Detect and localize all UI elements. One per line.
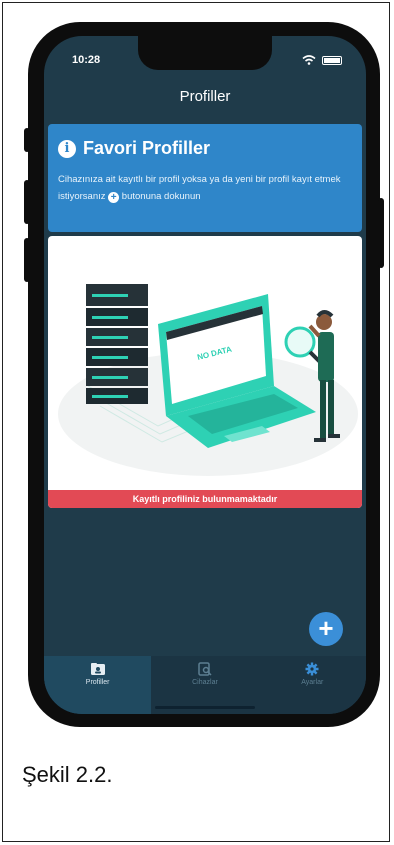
plus-circle-icon: + xyxy=(108,192,120,203)
power-button xyxy=(378,198,384,268)
page-title: Profiller xyxy=(179,88,231,105)
tab-ayarlar[interactable]: Ayarlar xyxy=(259,656,366,714)
status-time: 10:28 xyxy=(72,54,101,66)
tab-profiller-label: Profiller xyxy=(85,679,110,686)
empty-state-banner: Kayıtlı profiliniz bulunmamaktadır xyxy=(48,490,362,508)
status-bar: 10:28 xyxy=(44,54,366,74)
tab-profiller[interactable]: Profiller xyxy=(44,656,152,714)
empty-state-card: NO DATA Kayıtlı profiliniz bulunmamaktad… xyxy=(48,236,362,508)
tab-cihazlar-label: Cihazlar xyxy=(192,679,218,686)
home-indicator xyxy=(155,706,255,709)
volume-down-button xyxy=(24,238,30,282)
profile-folder-icon xyxy=(90,663,105,675)
wifi-icon xyxy=(302,55,316,65)
device-search-icon xyxy=(198,662,212,676)
info-card-title: Favori Profiller xyxy=(83,138,211,158)
info-card: i Favori Profiller Cihazınıza ait kayıtl… xyxy=(48,124,362,232)
volume-up-button xyxy=(24,180,30,224)
add-profile-button[interactable]: + xyxy=(309,612,343,646)
info-card-text: Cihazınıza ait kayıtlı bir profil yoksa … xyxy=(58,171,352,205)
app-screen: 10:28 Profiller i Favori Profiller Cihaz… xyxy=(44,36,366,714)
mute-switch xyxy=(24,128,30,152)
battery-icon xyxy=(322,55,342,65)
figure-caption: Şekil 2.2. xyxy=(22,762,113,787)
no-data-illustration: NO DATA xyxy=(58,284,358,476)
gear-icon xyxy=(305,662,319,676)
server-rack xyxy=(86,284,148,404)
info-icon: i xyxy=(58,139,76,158)
info-text-after: butonuna dokunun xyxy=(121,191,201,202)
tab-ayarlar-label: Ayarlar xyxy=(301,679,324,686)
